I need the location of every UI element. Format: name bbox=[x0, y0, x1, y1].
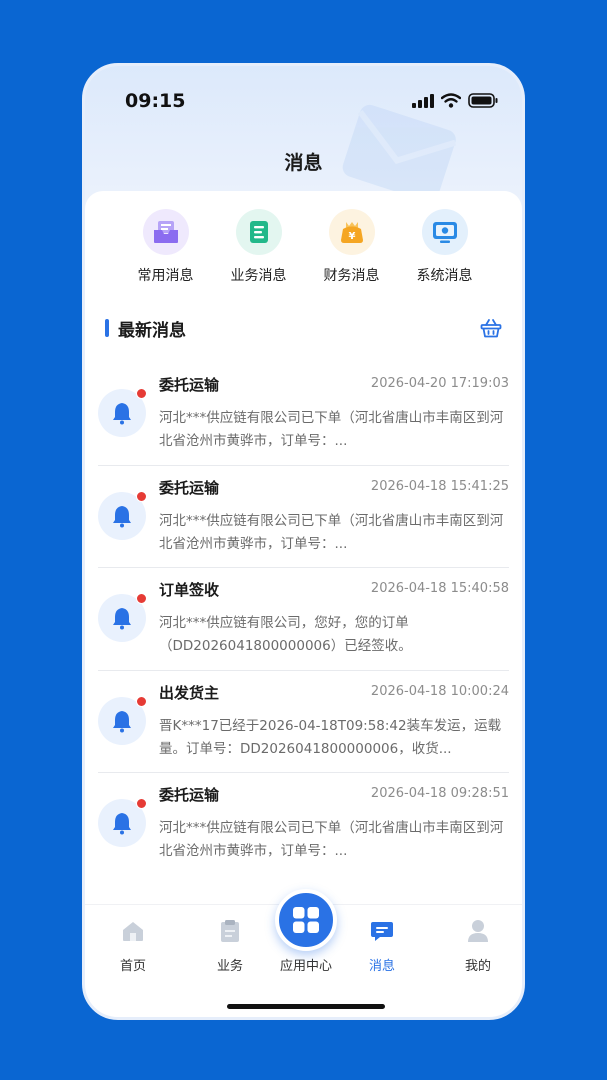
tab-messages[interactable]: 消息 bbox=[347, 919, 417, 974]
monitor-icon bbox=[421, 209, 468, 255]
message-preview: 河北***供应链有限公司已下单（河北省唐山市丰南区到河北省沧州市黄骅市，订单号：… bbox=[159, 512, 504, 552]
apps-grid-icon bbox=[275, 889, 337, 951]
message-time: 2026-04-20 17:19:03 bbox=[370, 376, 509, 391]
phone-frame: 09:15 消息 常用消息 业务消息 ¥ 财务消息 系统消息 最新消息 委托运输… bbox=[82, 63, 525, 1020]
signal-icon bbox=[412, 93, 434, 108]
message-time: 2026-04-18 10:00:24 bbox=[370, 683, 509, 699]
tab-business[interactable]: 业务 bbox=[195, 919, 265, 974]
message-title: 出发货主 bbox=[159, 683, 220, 702]
list-item[interactable]: 委托运输 2026-04-20 17:19:03 河北***供应链有限公司已下单… bbox=[98, 363, 509, 466]
tab-home[interactable]: 首页 bbox=[98, 919, 168, 974]
message-time: 2026-04-18 15:40:58 bbox=[370, 581, 509, 596]
latest-messages-header: 最新消息 bbox=[85, 316, 522, 341]
category-label: 常用消息 bbox=[137, 268, 194, 284]
status-bar: 09:15 bbox=[85, 66, 522, 136]
unread-badge bbox=[136, 695, 147, 707]
tab-label: 业务 bbox=[216, 959, 243, 974]
message-time: 2026-04-18 09:28:51 bbox=[370, 786, 509, 801]
category-label: 业务消息 bbox=[230, 268, 287, 284]
money-bag-icon: ¥ bbox=[328, 209, 375, 255]
list-item[interactable]: 订单签收 2026-04-18 15:40:58 河北***供应链有限公司，您好… bbox=[98, 568, 509, 671]
section-title: 最新消息 bbox=[118, 321, 186, 341]
message-title: 订单签收 bbox=[159, 581, 220, 599]
category-common-messages[interactable]: 常用消息 bbox=[119, 209, 212, 285]
content-card: 常用消息 业务消息 ¥ 财务消息 系统消息 最新消息 委托运输 2026-04-… bbox=[85, 191, 522, 911]
bottom-tab-bar: 首页 业务 应用中心 消息 我的 bbox=[85, 889, 522, 1017]
message-title: 委托运输 bbox=[159, 786, 220, 804]
category-system-messages[interactable]: 系统消息 bbox=[398, 209, 491, 285]
page-title: 消息 bbox=[284, 152, 323, 174]
message-title: 委托运输 bbox=[159, 478, 220, 497]
tab-label: 应用中心 bbox=[279, 959, 332, 974]
category-business-messages[interactable]: 业务消息 bbox=[212, 209, 305, 285]
message-title: 委托运输 bbox=[159, 376, 220, 394]
battery-icon bbox=[468, 93, 498, 108]
unread-badge bbox=[136, 490, 147, 502]
wifi-icon bbox=[441, 93, 461, 108]
tab-label: 消息 bbox=[368, 959, 395, 974]
tab-profile[interactable]: 我的 bbox=[443, 919, 513, 974]
document-icon bbox=[235, 209, 282, 255]
unread-badge bbox=[136, 798, 147, 809]
tab-app-center[interactable]: 应用中心 bbox=[271, 889, 341, 974]
message-time: 2026-04-18 15:41:25 bbox=[370, 478, 509, 494]
message-preview: 晋K***17已经于2026-04-18T09:58:42装车发运，运载量。订单… bbox=[159, 717, 502, 757]
unread-badge bbox=[136, 388, 147, 399]
tab-label: 首页 bbox=[119, 959, 146, 974]
clipboard-icon bbox=[218, 919, 242, 943]
svg-text:¥: ¥ bbox=[348, 231, 355, 242]
message-preview: 河北***供应链有限公司，您好，您的订单（DD2026041800000006）… bbox=[159, 615, 412, 654]
list-item[interactable]: 委托运输 2026-04-18 15:41:25 河北***供应链有限公司已下单… bbox=[98, 466, 509, 568]
category-finance-messages[interactable]: ¥ 财务消息 bbox=[305, 209, 398, 285]
home-icon bbox=[121, 919, 145, 943]
list-item[interactable]: 出发货主 2026-04-18 10:00:24 晋K***17已经于2026-… bbox=[98, 671, 509, 773]
list-item[interactable]: 委托运输 2026-04-18 09:28:51 河北***供应链有限公司已下单… bbox=[98, 773, 509, 876]
clear-basket-icon[interactable] bbox=[480, 318, 502, 338]
user-icon bbox=[466, 919, 490, 943]
status-icons bbox=[412, 93, 498, 108]
status-time: 09:15 bbox=[125, 90, 186, 112]
tab-label: 我的 bbox=[464, 959, 491, 974]
message-list: 委托运输 2026-04-20 17:19:03 河北***供应链有限公司已下单… bbox=[85, 363, 522, 876]
chat-icon bbox=[370, 919, 394, 943]
message-preview: 河北***供应链有限公司已下单（河北省唐山市丰南区到河北省沧州市黄骅市，订单号：… bbox=[159, 820, 504, 859]
section-accent-bar bbox=[105, 319, 109, 337]
home-indicator bbox=[227, 1004, 385, 1009]
unread-badge bbox=[136, 593, 147, 604]
inbox-icon bbox=[142, 209, 189, 255]
category-label: 财务消息 bbox=[323, 268, 380, 284]
message-preview: 河北***供应链有限公司已下单（河北省唐山市丰南区到河北省沧州市黄骅市，订单号：… bbox=[159, 410, 504, 449]
message-categories: 常用消息 业务消息 ¥ 财务消息 系统消息 bbox=[85, 209, 522, 285]
category-label: 系统消息 bbox=[416, 268, 473, 284]
